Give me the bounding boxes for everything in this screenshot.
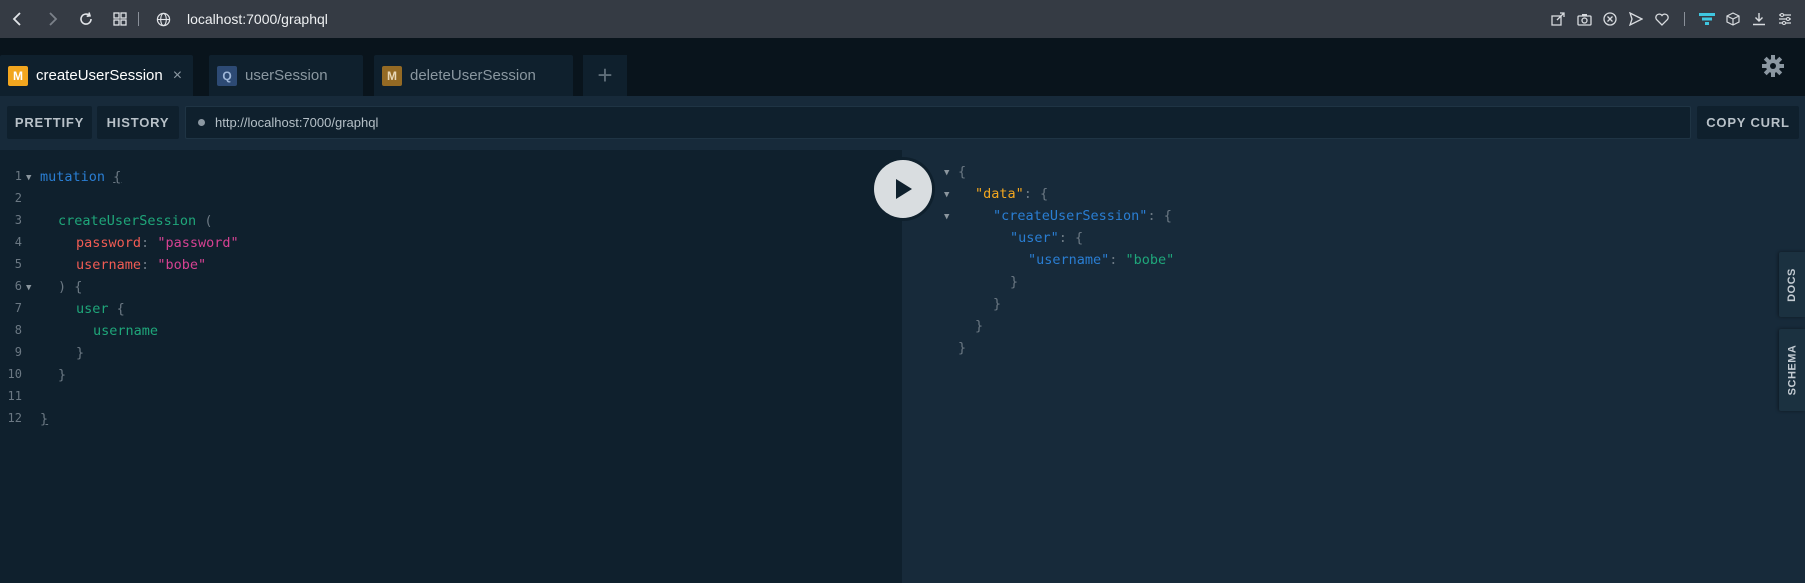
status-dot	[198, 119, 205, 126]
tab-label: deleteUserSession	[410, 67, 536, 84]
tab-label: userSession	[245, 67, 328, 84]
menu-icon[interactable]	[1775, 9, 1795, 29]
result-line: }	[958, 340, 967, 356]
globe-icon	[151, 7, 175, 31]
result-line: }	[1010, 274, 1019, 290]
execute-query-button[interactable]	[871, 157, 935, 221]
fold-icon[interactable]: ▼	[944, 168, 949, 178]
toolbar-separator	[1684, 12, 1685, 26]
toolbar-separator	[138, 12, 139, 26]
code-line: }	[40, 411, 49, 427]
close-icon[interactable]: ×	[173, 67, 182, 85]
heart-icon[interactable]	[1652, 9, 1672, 29]
endpoint-url: http://localhost:7000/graphql	[215, 115, 379, 130]
line-number: 9	[14, 345, 22, 359]
result-line: "data": {	[975, 186, 1049, 202]
share-icon[interactable]	[1548, 9, 1568, 29]
send-icon[interactable]	[1626, 9, 1646, 29]
tab-bar: M createUserSession × Q userSession M de…	[0, 38, 1805, 96]
line-number: 12	[7, 411, 22, 425]
result-line: }	[975, 318, 984, 334]
add-tab-button[interactable]: +	[583, 55, 627, 96]
line-number: 4	[14, 235, 22, 249]
result-line: "username": "bobe"	[1028, 252, 1175, 268]
tab-createUserSession[interactable]: M createUserSession ×	[0, 55, 193, 96]
prettify-button[interactable]: PRETTIFY	[7, 106, 92, 139]
fold-icon[interactable]: ▼	[944, 190, 949, 200]
download-icon[interactable]	[1749, 9, 1769, 29]
line-number: 1	[14, 169, 22, 183]
tab-label: createUserSession	[36, 67, 163, 84]
line-number: 6	[14, 279, 22, 293]
result-line: "user": {	[1010, 230, 1084, 246]
reload-icon[interactable]	[74, 7, 98, 31]
mutation-badge: M	[8, 65, 28, 86]
query-badge: Q	[217, 65, 237, 86]
filter-icon[interactable]	[1697, 9, 1717, 29]
code-line: createUserSession (	[58, 213, 213, 229]
tab-deleteUserSession[interactable]: M deleteUserSession	[374, 55, 573, 96]
code-line: password: "password"	[76, 235, 239, 251]
result-line: {	[958, 164, 967, 180]
settings-icon[interactable]	[1759, 52, 1787, 80]
back-icon[interactable]	[6, 7, 30, 31]
code-line: mutation {	[40, 169, 122, 185]
line-number: 5	[14, 257, 22, 271]
mutation-badge: M	[382, 65, 402, 86]
play-icon	[896, 179, 912, 199]
address-bar[interactable]: localhost:7000/graphql	[187, 11, 328, 27]
line-number: 7	[14, 301, 22, 315]
line-number: 2	[14, 191, 22, 205]
grid-icon[interactable]	[108, 7, 132, 31]
result-line: "createUserSession": {	[993, 208, 1172, 224]
docs-tab[interactable]: DOCS	[1779, 252, 1805, 317]
code-line: user {	[76, 301, 125, 317]
result-line: }	[993, 296, 1002, 312]
tab-userSession[interactable]: Q userSession	[209, 55, 363, 96]
code-line: username: "bobe"	[76, 257, 207, 273]
editor-toolbar: PRETTIFY HISTORY http://localhost:7000/g…	[0, 96, 1805, 150]
copy-curl-button[interactable]: COPY CURL	[1697, 106, 1799, 139]
history-button[interactable]: HISTORY	[97, 106, 179, 139]
forward-icon[interactable]	[40, 7, 64, 31]
code-line: ) {	[58, 279, 83, 295]
fold-icon[interactable]: ▼	[944, 212, 949, 222]
camera-icon[interactable]	[1574, 9, 1594, 29]
endpoint-input[interactable]: http://localhost:7000/graphql	[185, 106, 1691, 139]
line-number: 8	[14, 323, 22, 337]
fold-icon[interactable]: ▼	[26, 283, 31, 293]
code-line: }	[76, 345, 85, 361]
fold-icon[interactable]: ▼	[26, 173, 31, 183]
line-number: 10	[7, 367, 22, 381]
query-editor[interactable]: 1 ▼ mutation { 2 3 createUserSession ( 4…	[0, 150, 902, 583]
schema-tab[interactable]: SCHEMA	[1779, 329, 1805, 411]
cube-icon[interactable]	[1723, 9, 1743, 29]
line-number: 11	[7, 389, 22, 403]
result-viewer: ▼ { ▼ "data": { ▼ "createUserSession": {…	[902, 150, 1805, 583]
close-circle-icon[interactable]	[1600, 9, 1620, 29]
line-number: 3	[14, 213, 22, 227]
code-line: }	[58, 367, 67, 383]
code-line: username	[93, 323, 159, 339]
browser-toolbar: localhost:7000/graphql	[0, 0, 1805, 38]
